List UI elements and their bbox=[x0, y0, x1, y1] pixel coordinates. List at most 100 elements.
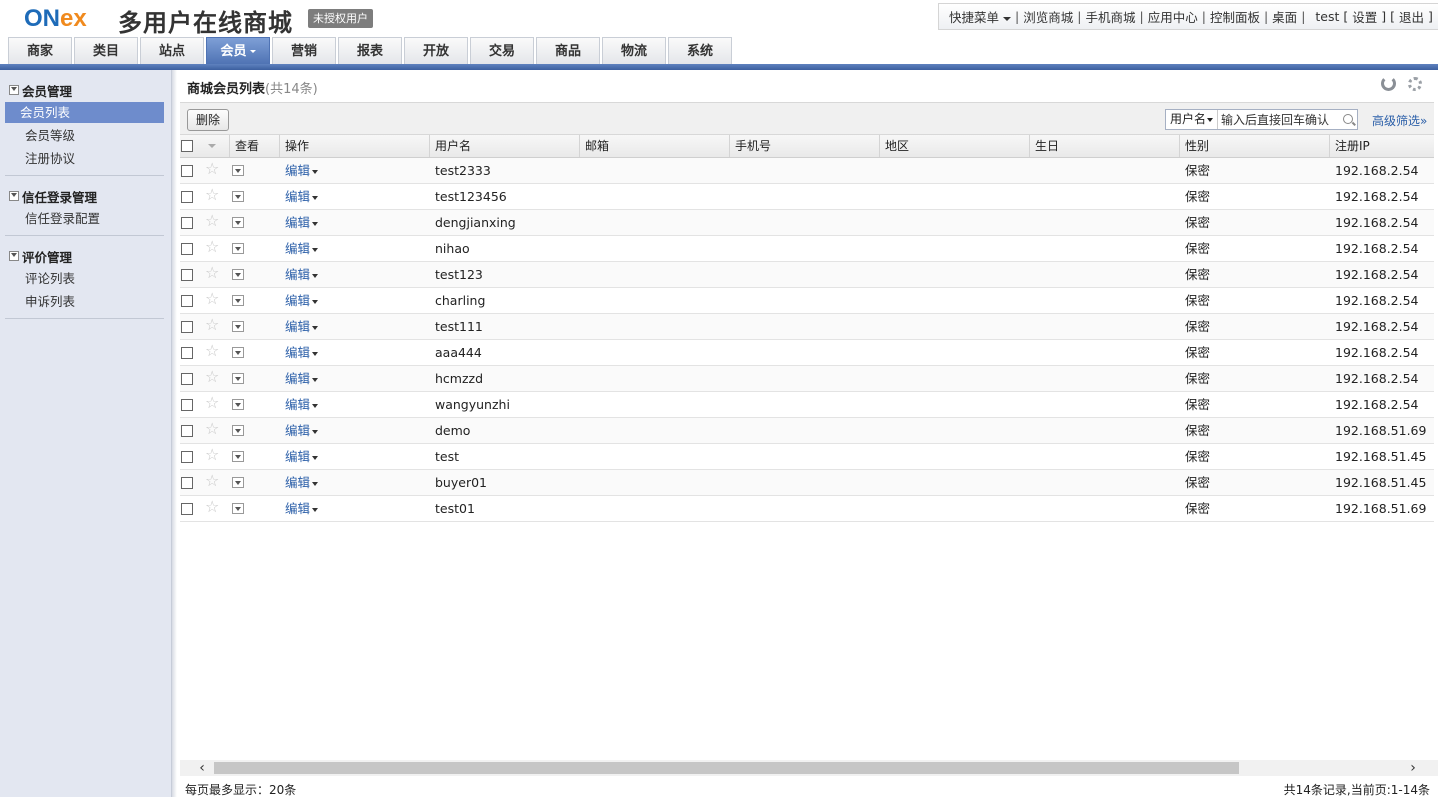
refresh-icon[interactable] bbox=[1381, 76, 1396, 91]
sidebar-item-comment-list[interactable]: 评论列表 bbox=[5, 268, 164, 289]
delete-button[interactable]: 删除 bbox=[187, 109, 230, 131]
gear-icon[interactable] bbox=[1408, 77, 1422, 91]
row-checkbox[interactable] bbox=[181, 243, 193, 255]
row-checkbox[interactable] bbox=[181, 451, 193, 463]
row-checkbox[interactable] bbox=[181, 399, 193, 411]
column-header-action[interactable]: 操作 bbox=[280, 135, 430, 157]
column-header-area[interactable]: 地区 bbox=[880, 135, 1030, 157]
edit-button[interactable]: 编辑 bbox=[285, 345, 319, 360]
sidebar-item-register-agreement[interactable]: 注册协议 bbox=[5, 148, 164, 169]
column-header-username[interactable]: 用户名 bbox=[430, 135, 580, 157]
table-row[interactable]: ☆ 编辑 hcmzzd 保密 192.168.2.54 bbox=[180, 366, 1434, 392]
column-header-phone[interactable]: 手机号 bbox=[730, 135, 880, 157]
tab-site[interactable]: 站点 bbox=[140, 37, 204, 64]
star-icon[interactable]: ☆ bbox=[205, 421, 219, 437]
tab-trade[interactable]: 交易 bbox=[470, 37, 534, 64]
star-icon[interactable]: ☆ bbox=[205, 187, 219, 203]
expand-row-icon[interactable] bbox=[232, 373, 244, 384]
sidebar-group-title[interactable]: 评价管理 bbox=[0, 246, 171, 266]
column-header-email[interactable]: 邮箱 bbox=[580, 135, 730, 157]
expand-row-icon[interactable] bbox=[232, 295, 244, 306]
mobile-mall-link[interactable]: 手机商城 bbox=[1085, 7, 1135, 26]
expand-row-icon[interactable] bbox=[232, 425, 244, 436]
star-icon[interactable]: ☆ bbox=[205, 317, 219, 333]
row-checkbox[interactable] bbox=[181, 425, 193, 437]
sidebar-group-title[interactable]: 会员管理 bbox=[0, 80, 171, 100]
table-row[interactable]: ☆ 编辑 test123 保密 192.168.2.54 bbox=[180, 262, 1434, 288]
row-checkbox[interactable] bbox=[181, 191, 193, 203]
expand-row-icon[interactable] bbox=[232, 503, 244, 514]
table-row[interactable]: ☆ 编辑 charling 保密 192.168.2.54 bbox=[180, 288, 1434, 314]
column-header-register-ip[interactable]: 注册IP bbox=[1330, 135, 1434, 157]
star-icon[interactable]: ☆ bbox=[205, 473, 219, 489]
star-icon[interactable]: ☆ bbox=[205, 161, 219, 177]
row-checkbox[interactable] bbox=[181, 217, 193, 229]
search-icon[interactable] bbox=[1343, 114, 1353, 124]
row-checkbox[interactable] bbox=[181, 321, 193, 333]
expand-row-icon[interactable] bbox=[232, 243, 244, 254]
logout-link[interactable]: 退出 bbox=[1399, 7, 1424, 26]
collapse-icon[interactable] bbox=[9, 85, 19, 95]
sidebar-item-member-level[interactable]: 会员等级 bbox=[5, 125, 164, 146]
desktop-link[interactable]: 桌面 bbox=[1272, 7, 1297, 26]
star-icon[interactable]: ☆ bbox=[205, 291, 219, 307]
arrow-right-icon[interactable]: › bbox=[1405, 761, 1421, 775]
star-icon[interactable]: ☆ bbox=[205, 265, 219, 281]
tab-logistics[interactable]: 物流 bbox=[602, 37, 666, 64]
tab-marketing[interactable]: 营销 bbox=[272, 37, 336, 64]
edit-button[interactable]: 编辑 bbox=[285, 501, 319, 516]
row-checkbox[interactable] bbox=[181, 295, 193, 307]
edit-button[interactable]: 编辑 bbox=[285, 449, 319, 464]
row-checkbox[interactable] bbox=[181, 269, 193, 281]
edit-button[interactable]: 编辑 bbox=[285, 189, 319, 204]
advanced-filter-link[interactable]: 高级筛选» bbox=[1372, 112, 1427, 129]
collapse-icon[interactable] bbox=[9, 251, 19, 261]
edit-button[interactable]: 编辑 bbox=[285, 423, 319, 438]
sidebar-group-title[interactable]: 信任登录管理 bbox=[0, 186, 171, 206]
expand-row-icon[interactable] bbox=[232, 217, 244, 228]
table-row[interactable]: ☆ 编辑 nihao 保密 192.168.2.54 bbox=[180, 236, 1434, 262]
expand-row-icon[interactable] bbox=[232, 321, 244, 332]
table-row[interactable]: ☆ 编辑 test 保密 192.168.51.45 bbox=[180, 444, 1434, 470]
sidebar-item-member-list[interactable]: 会员列表 bbox=[5, 102, 164, 123]
table-row[interactable]: ☆ 编辑 test111 保密 192.168.2.54 bbox=[180, 314, 1434, 340]
table-row[interactable]: ☆ 编辑 buyer01 保密 192.168.51.45 bbox=[180, 470, 1434, 496]
sidebar-item-appeal-list[interactable]: 申诉列表 bbox=[5, 291, 164, 312]
table-row[interactable]: ☆ 编辑 test123456 保密 192.168.2.54 bbox=[180, 184, 1434, 210]
tab-open[interactable]: 开放 bbox=[404, 37, 468, 64]
star-icon[interactable]: ☆ bbox=[205, 395, 219, 411]
expand-row-icon[interactable] bbox=[232, 269, 244, 280]
table-row[interactable]: ☆ 编辑 demo 保密 192.168.51.69 bbox=[180, 418, 1434, 444]
expand-row-icon[interactable] bbox=[232, 347, 244, 358]
edit-button[interactable]: 编辑 bbox=[285, 319, 319, 334]
search-field-select[interactable]: 用户名 bbox=[1166, 110, 1219, 129]
expand-row-icon[interactable] bbox=[232, 451, 244, 462]
browse-mall-link[interactable]: 浏览商城 bbox=[1023, 7, 1073, 26]
arrow-left-icon[interactable]: ‹ bbox=[194, 761, 210, 775]
page-size-value[interactable]: 20条 bbox=[269, 783, 296, 797]
row-checkbox[interactable] bbox=[181, 347, 193, 359]
table-row[interactable]: ☆ 编辑 wangyunzhi 保密 192.168.2.54 bbox=[180, 392, 1434, 418]
chevron-down-icon[interactable] bbox=[208, 144, 216, 148]
tab-system[interactable]: 系统 bbox=[668, 37, 732, 64]
row-checkbox[interactable] bbox=[181, 477, 193, 489]
quick-menu-button[interactable]: 快捷菜单 bbox=[949, 7, 1012, 26]
expand-row-icon[interactable] bbox=[232, 191, 244, 202]
edit-button[interactable]: 编辑 bbox=[285, 371, 319, 386]
row-checkbox[interactable] bbox=[181, 503, 193, 515]
tab-goods[interactable]: 商品 bbox=[536, 37, 600, 64]
table-row[interactable]: ☆ 编辑 test2333 保密 192.168.2.54 bbox=[180, 158, 1434, 184]
tab-member[interactable]: 会员 bbox=[206, 37, 270, 64]
tab-report[interactable]: 报表 bbox=[338, 37, 402, 64]
star-icon[interactable]: ☆ bbox=[205, 343, 219, 359]
sidebar-item-trust-login-config[interactable]: 信任登录配置 bbox=[5, 208, 164, 229]
expand-row-icon[interactable] bbox=[232, 477, 244, 488]
column-header-birthday[interactable]: 生日 bbox=[1030, 135, 1180, 157]
edit-button[interactable]: 编辑 bbox=[285, 267, 319, 282]
table-row[interactable]: ☆ 编辑 dengjianxing 保密 192.168.2.54 bbox=[180, 210, 1434, 236]
edit-button[interactable]: 编辑 bbox=[285, 241, 319, 256]
expand-row-icon[interactable] bbox=[232, 165, 244, 176]
search-input[interactable] bbox=[1218, 110, 1337, 129]
star-icon[interactable]: ☆ bbox=[205, 239, 219, 255]
table-row[interactable]: ☆ 编辑 aaa444 保密 192.168.2.54 bbox=[180, 340, 1434, 366]
